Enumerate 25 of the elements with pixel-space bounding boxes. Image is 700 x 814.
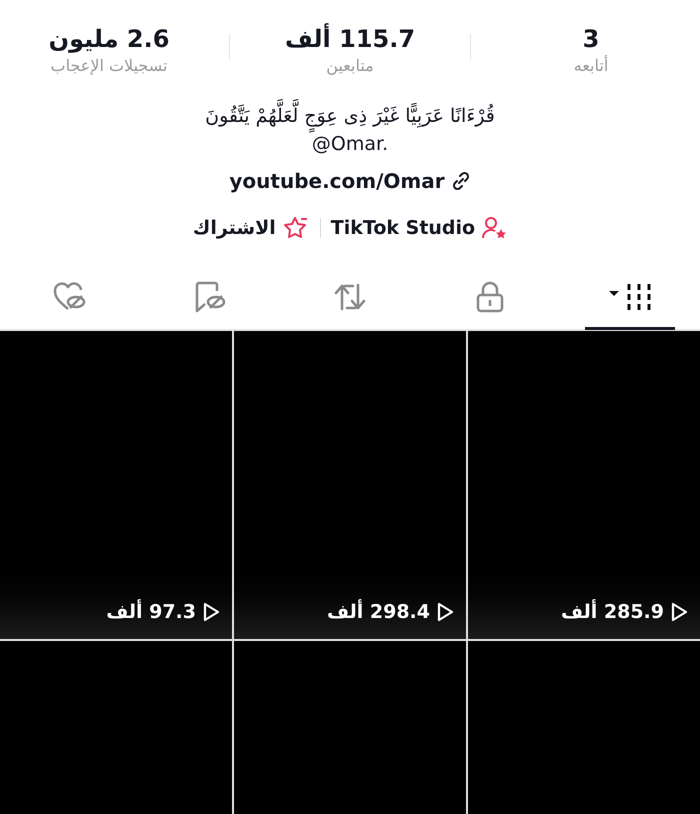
play-icon bbox=[202, 602, 220, 622]
video-tile[interactable]: 298.4 ألف bbox=[234, 330, 466, 638]
profile-action-button[interactable]: الاشتراك bbox=[192, 214, 310, 242]
video-tile[interactable]: 285.9 ألف bbox=[468, 330, 700, 638]
view-count: 97.3 ألف bbox=[106, 598, 196, 625]
grid-menu-icon bbox=[607, 282, 653, 312]
person-star-icon bbox=[481, 216, 508, 240]
lock-icon bbox=[475, 280, 505, 312]
stat-label: متابعين bbox=[326, 55, 374, 77]
star-badge-icon bbox=[282, 216, 310, 240]
link-icon bbox=[450, 171, 471, 191]
stat-label: تسجيلات الإعجاب bbox=[50, 55, 168, 77]
bio-text: @Omar. bbox=[312, 132, 388, 157]
play-icon bbox=[436, 602, 454, 622]
view-count: 285.9 ألف bbox=[561, 598, 664, 625]
stat-value: 115.7 ألف bbox=[284, 24, 416, 54]
play-icon bbox=[670, 602, 688, 622]
hidden-bookmark-icon bbox=[193, 280, 227, 314]
profile-action-button[interactable]: TikTok Studio bbox=[330, 214, 508, 242]
view-count: 298.4 ألف bbox=[327, 598, 430, 625]
stat-value: 2.6 مليون bbox=[48, 24, 170, 54]
video-tile[interactable]: 97.3 ألف bbox=[0, 330, 232, 638]
profile-link[interactable]: youtube.com/Omar bbox=[229, 166, 445, 196]
stat-value: 3 bbox=[582, 24, 600, 54]
stat-label: أتابعه bbox=[574, 54, 608, 77]
